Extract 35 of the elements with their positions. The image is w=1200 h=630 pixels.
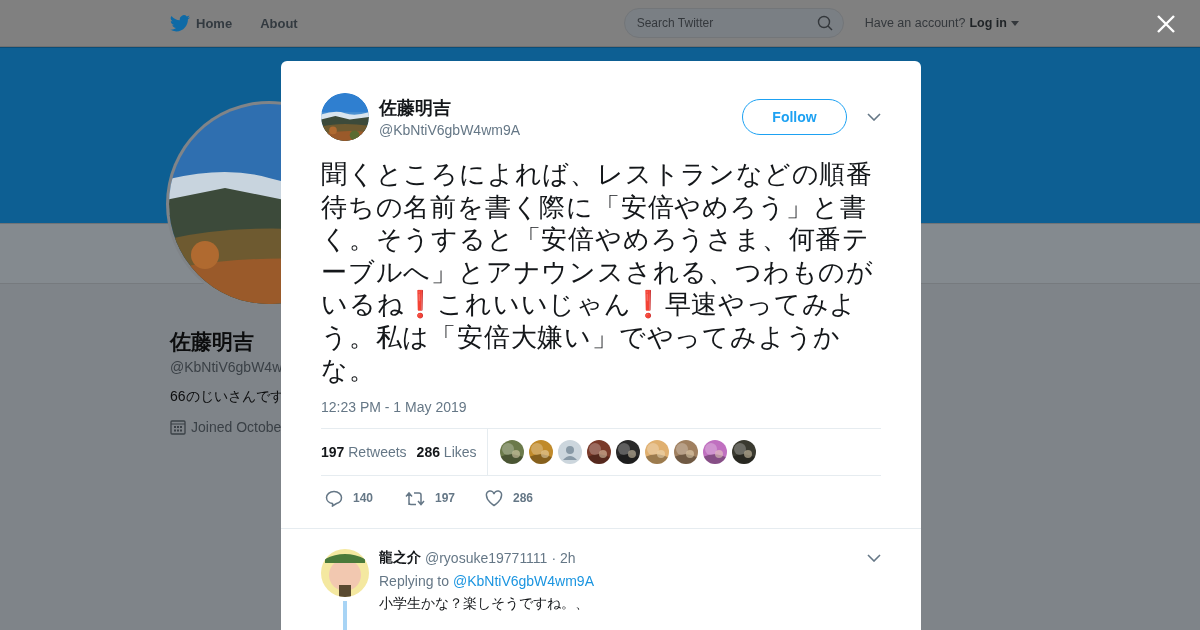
reply-author-handle: @ryosuke19771111 <box>425 550 548 567</box>
reply-time: · 2h <box>551 550 576 567</box>
profile-name: 佐藤明吉 <box>170 329 254 355</box>
like-stat[interactable]: 286 Likes <box>416 444 477 461</box>
heart-icon[interactable] <box>485 489 503 507</box>
chevron-down-icon[interactable] <box>867 554 881 563</box>
chevron-down-icon[interactable] <box>867 113 881 121</box>
close-icon[interactable] <box>1156 14 1176 34</box>
search-icon <box>816 15 833 31</box>
login-link[interactable]: Log in <box>969 16 1007 30</box>
about-link[interactable]: About <box>260 15 298 31</box>
tweet-text: 聞くところによれば、レストランなどの順番待ちの名前を書く際に「安倍やめろう」と書く。そうすると「安倍やめろうさま、何番テーブルへ」とアナウンスされる、つわものがいるね❗これいいじゃん❗早速やってみよう。私は「安倍大嫌い」でやってみようかな。 <box>321 158 875 387</box>
retweet-stat[interactable]: 197 Retweets <box>321 444 407 461</box>
mention-link[interactable]: @KbNtiV6gbW4wm9A <box>452 573 594 590</box>
profile-handle: @KbNtiV6gbW4w <box>170 359 283 375</box>
action-count: 197 <box>435 491 456 506</box>
search-field[interactable]: Search Twitter <box>623 8 844 38</box>
tweet-timestamp[interactable]: 12:23 PM - 1 May 2019 <box>321 399 467 416</box>
default-avatar-icon <box>557 440 582 465</box>
caret-icon <box>1010 20 1019 26</box>
reply-text: 小学生かな？楽しそうですね。、 <box>379 595 590 614</box>
account-prompt: Have an account? <box>864 16 966 30</box>
retweet-icon[interactable] <box>405 489 425 507</box>
bird-icon <box>170 14 190 32</box>
home-link[interactable]: Home <box>170 14 233 32</box>
joined-date: Joined Octobe <box>191 419 282 435</box>
author-name: 佐藤明吉 <box>379 97 452 120</box>
action-count: 286 <box>513 491 534 506</box>
author-handle: @KbNtiV6gbW4wm9A <box>379 122 522 138</box>
replying-to-label: Replying to <box>379 573 450 590</box>
action-count: 140 <box>353 491 374 506</box>
reply-author-name: 龍之介 <box>379 549 421 568</box>
follow-button[interactable]: Follow <box>742 99 847 135</box>
calendar-icon <box>170 419 186 435</box>
reply-icon[interactable] <box>325 489 343 507</box>
